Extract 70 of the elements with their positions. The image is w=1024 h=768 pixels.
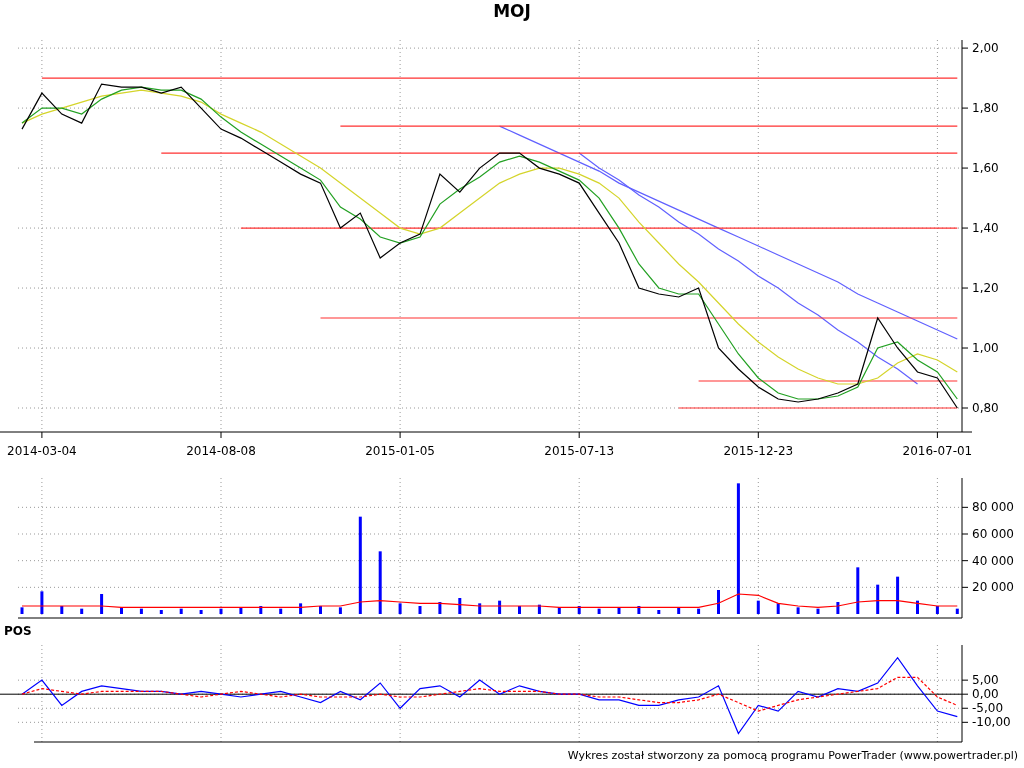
axis-label: 40 000 [972,553,1014,568]
volume-bar [120,607,123,614]
volume-bar [518,606,521,614]
volume-bar [816,608,820,614]
volume-bar [259,606,263,614]
volume-bar [179,608,183,614]
axis-label: 1,60 [972,161,999,176]
volume-bar [478,603,482,614]
date-label: 2015-12-23 [723,444,794,458]
volume-bar [916,600,919,614]
volume-bar [438,602,442,614]
axis-label: -5,00 [972,701,1004,716]
volume-bar [279,608,283,614]
volume-bar [597,608,601,614]
axis-label: 1,80 [972,101,999,116]
axis-label: 2,00 [972,41,999,56]
axis-label: 5,00 [972,673,999,688]
volume-bar [458,598,462,614]
date-label: 2014-08-08 [186,444,256,458]
date-label: 2016-07-01 [902,444,973,458]
volume-bar [756,600,760,614]
axis-label: 0,80 [972,401,999,415]
volume-bar [319,606,322,614]
footer-credit: Wykres został stworzony za pomocą programu PowerTrader (www.powertrader.pl) [567,748,1018,765]
volume-bar [80,608,84,614]
date-label: 2015-07-13 [544,444,615,458]
axis-label: 20 000 [972,580,1014,595]
volume-bar [159,610,163,614]
volume-bar [557,607,561,614]
volume-bar [338,607,342,614]
volume-bar [398,603,402,614]
volume-bar [935,606,939,614]
volume-bar [637,606,641,614]
volume-bar [856,567,860,614]
volume-bar [896,576,900,614]
axis-label: 60 000 [972,527,1014,541]
volume-bar [100,594,104,614]
axis-label: 1,00 [972,341,999,355]
volume-bar [657,610,661,614]
axis-label: 80 000 [972,500,1014,515]
volume-bar [876,584,880,614]
volume-bar [60,606,64,614]
volume-bar [955,608,959,614]
axis-label: 0,00 [972,687,999,702]
chart-title: MOJ [493,0,531,22]
volume-bar [697,608,701,614]
volume-bar [796,607,800,614]
volume-bar [617,607,621,614]
volume-bar [776,603,780,614]
indicator-label: POS [4,623,32,640]
volume-bar [577,606,581,614]
volume-bar [537,604,541,614]
volume-bar [20,607,24,614]
volume-bar [836,602,840,614]
axis-label: -10,00 [972,715,1011,730]
date-label: 2014-03-04 [7,444,77,458]
volume-bar [677,607,681,614]
axis-label: 1,20 [972,281,999,296]
volume-bar [299,603,303,614]
volume-bar [418,606,422,614]
volume-bar [498,600,502,614]
volume-bar [219,608,223,614]
volume-bar [239,607,243,614]
axis-label: 1,40 [972,221,999,236]
date-label: 2015-01-05 [365,444,435,458]
volume-bar [717,590,720,614]
volume-bar [40,591,44,614]
volume-bar [139,608,143,614]
volume-bar [199,610,203,614]
volume-bar [378,551,382,614]
